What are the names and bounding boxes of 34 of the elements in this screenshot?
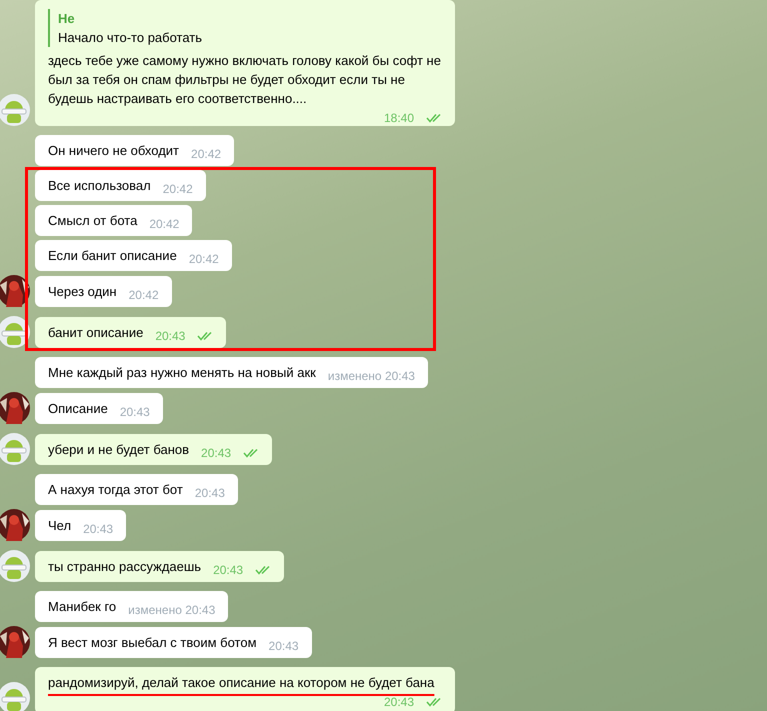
message-time: 18:40	[384, 110, 414, 126]
message-time: изменено 20:43	[328, 368, 415, 384]
message-text: здесь тебе уже самому нужно включать голову какой бы софт не был за тебя он спам фильтры не будет обходит если ты не будешь настраивать его соответственно....	[48, 52, 442, 108]
message-text: А нахуя тогда этот бот	[48, 481, 183, 499]
message-time: 20:43	[268, 638, 299, 654]
message-text: убери и не будет банов	[48, 441, 190, 459]
message-text: банит описание	[48, 324, 144, 342]
message-time: изменено 20:43	[128, 602, 216, 618]
message-text: Смысл от бота	[48, 212, 138, 230]
message-text: Он ничего не обходит	[48, 142, 180, 160]
message-time: 20:43	[384, 694, 414, 710]
message-time: 20:43	[83, 521, 114, 537]
message-time: 20:42	[149, 216, 180, 232]
message-time: 20:43	[155, 328, 186, 344]
message-time: 20:42	[191, 146, 222, 162]
reply-author: Не	[58, 10, 76, 28]
message-text: рандомизируй, делай такое описание на котором не будет бана	[48, 674, 434, 692]
message-text: Все использовал	[48, 177, 151, 195]
message-time: 20:42	[162, 181, 193, 197]
message-text: Чел	[48, 517, 72, 535]
reply-text: Начало что-то работать	[58, 29, 204, 47]
message-text: Если банит описание	[48, 247, 177, 265]
message-text: Манибек го	[48, 598, 116, 616]
message-time: 20:42	[188, 251, 219, 267]
message-text: Мне каждый раз нужно менять на новый акк	[48, 364, 316, 382]
message-text: Через один	[48, 283, 117, 301]
message-time: 20:43	[213, 562, 244, 578]
message-text: Описание	[48, 400, 108, 418]
message-time: 20:43	[201, 445, 232, 461]
message-time: 20:43	[120, 404, 150, 420]
message-text: ты странно рассуждаешь	[48, 558, 202, 576]
message-time: 20:42	[128, 287, 159, 303]
message-time: 20:43	[194, 485, 225, 501]
message-text: Я вест мозг выебал с твоим ботом	[48, 634, 257, 652]
